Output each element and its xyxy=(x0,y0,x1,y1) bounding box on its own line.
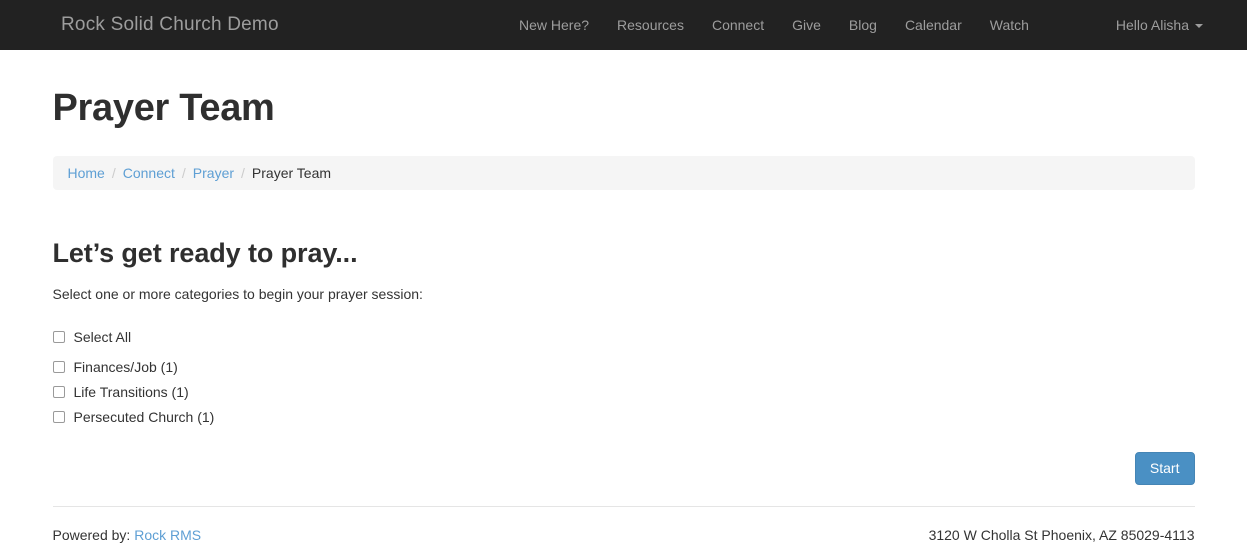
user-menu-button[interactable]: Hello Alisha xyxy=(1116,0,1203,50)
nav-item-new-here[interactable]: New Here? xyxy=(505,0,603,50)
checkbox-persecuted-church[interactable] xyxy=(52,410,65,423)
user-menu-label: Hello Alisha xyxy=(1115,17,1189,33)
form-actions: Start xyxy=(53,432,1195,485)
nav-item-blog[interactable]: Blog xyxy=(835,0,891,50)
checkbox-label-select-all[interactable]: Select All xyxy=(74,327,132,347)
breadcrumb-item-connect[interactable]: Connect xyxy=(123,165,175,181)
breadcrumb-separator: / xyxy=(241,164,245,181)
checkbox-select-all[interactable] xyxy=(52,330,65,343)
nav-item-connect[interactable]: Connect xyxy=(698,0,778,50)
navbar-right: Hello Alisha xyxy=(1116,0,1203,50)
checkbox-label-finances-job[interactable]: Finances/Job (1) xyxy=(74,357,178,377)
primary-nav: New Here? Resources Connect Give Blog Ca… xyxy=(505,0,1043,50)
checkbox-row-finances-job[interactable]: Finances/Job (1) xyxy=(52,357,178,377)
footer-powered-by: Powered by: Rock RMS xyxy=(53,527,202,543)
section-subheading: Select one or more categories to begin y… xyxy=(52,285,423,302)
nav-item-resources[interactable]: Resources xyxy=(603,0,698,50)
footer-rock-rms-link[interactable]: Rock RMS xyxy=(134,527,201,543)
checkbox-row-persecuted-church[interactable]: Persecuted Church (1) xyxy=(52,407,215,427)
checkbox-finances-job[interactable] xyxy=(52,360,65,373)
checkbox-label-life-transitions[interactable]: Life Transitions (1) xyxy=(74,382,189,402)
page-footer: Powered by: Rock RMS 3120 W Cholla St Ph… xyxy=(52,505,1195,543)
start-button[interactable]: Start xyxy=(1134,451,1195,485)
nav-item-calendar[interactable]: Calendar xyxy=(891,0,976,50)
breadcrumb-item-current: Prayer Team xyxy=(251,164,332,181)
site-brand-link[interactable]: Rock Solid Church Demo xyxy=(61,0,279,50)
top-navbar: Rock Solid Church Demo New Here? Resourc… xyxy=(0,0,1247,50)
footer-address: 3120 W Cholla St Phoenix, AZ 85029-4113 xyxy=(928,526,1195,543)
breadcrumb-item-prayer[interactable]: Prayer xyxy=(193,165,234,181)
section-heading: Let’s get ready to pray... xyxy=(52,237,358,268)
checkbox-label-persecuted-church[interactable]: Persecuted Church (1) xyxy=(74,407,215,427)
chevron-down-icon xyxy=(1195,24,1203,28)
nav-item-watch[interactable]: Watch xyxy=(976,0,1043,50)
page-container: Prayer Team Home / Connect / Prayer / Pr… xyxy=(52,50,1195,543)
checkbox-row-select-all[interactable]: Select All xyxy=(52,327,132,347)
page-title: Prayer Team xyxy=(52,87,275,129)
breadcrumb-separator: / xyxy=(181,164,186,181)
checkbox-life-transitions[interactable] xyxy=(52,385,65,398)
breadcrumb-separator: / xyxy=(111,164,116,181)
checkbox-row-life-transitions[interactable]: Life Transitions (1) xyxy=(52,382,189,402)
breadcrumb-item-home[interactable]: Home xyxy=(68,165,105,181)
nav-item-give[interactable]: Give xyxy=(778,0,835,50)
category-checkbox-group: Select All Finances/Job (1) Life Transit… xyxy=(52,302,1195,427)
breadcrumb: Home / Connect / Prayer / Prayer Team xyxy=(52,155,1195,190)
footer-powered-by-label: Powered by: xyxy=(52,526,131,543)
